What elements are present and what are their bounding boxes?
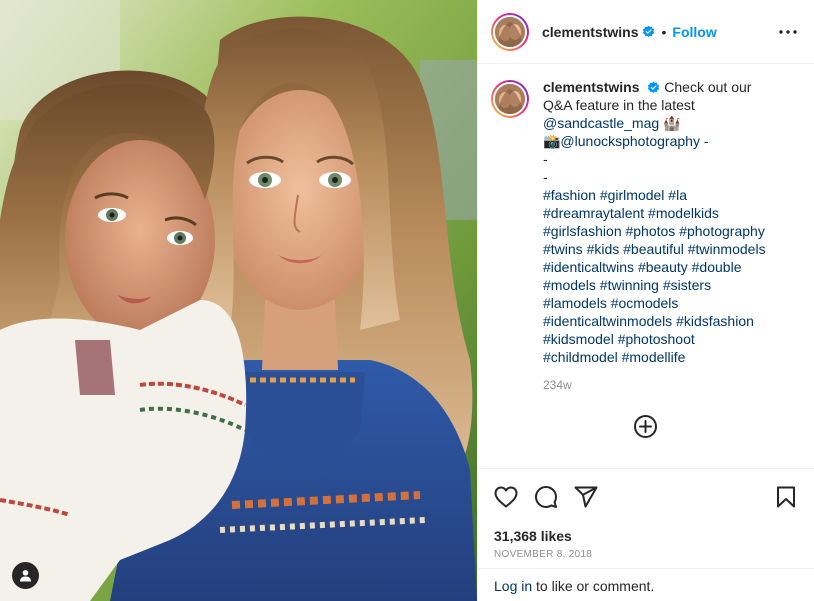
caption-avatar[interactable]: [491, 80, 529, 118]
user-tag-icon: [20, 570, 31, 582]
verified-badge-icon: [643, 25, 655, 38]
caption-line: -: [543, 151, 548, 167]
likes-count[interactable]: 31,368 likes: [478, 527, 814, 545]
comment-button[interactable]: [533, 484, 559, 510]
save-button[interactable]: [773, 484, 799, 510]
separator-dot: •: [661, 23, 667, 40]
post-actions-area: 31,368 likes NOVEMBER 8, 2018: [478, 468, 814, 560]
mention-lunocksphotography[interactable]: 📸@lunocksphotography -: [543, 132, 798, 150]
avatar-image: [495, 84, 525, 114]
hashtag-line[interactable]: #childmodel #modellife: [543, 348, 798, 366]
comment-icon: [535, 486, 557, 508]
login-link[interactable]: Log in: [494, 578, 532, 594]
post-photo[interactable]: [0, 0, 477, 601]
load-more-comments-button[interactable]: [633, 414, 658, 439]
hashtag-line[interactable]: #models #twinning #sisters: [543, 276, 798, 294]
caption-text: Check out our: [664, 79, 752, 95]
plus-circle-icon: [634, 415, 657, 438]
hashtag-line[interactable]: #lamodels #ocmodels: [543, 294, 798, 312]
login-prompt-text: to like or comment.: [532, 578, 655, 594]
user-tags-button[interactable]: [12, 562, 39, 589]
paper-plane-icon: [574, 486, 598, 508]
comments-section: clementstwins Check out our Q&A feature …: [478, 64, 814, 468]
caption-username[interactable]: clementstwins: [543, 79, 639, 95]
hashtag-line[interactable]: #fashion #girlmodel #la: [543, 186, 798, 204]
post-username[interactable]: clementstwins: [542, 24, 638, 40]
hashtag-line[interactable]: #girlsfashion #photos #photography: [543, 222, 798, 240]
action-bar: [478, 469, 814, 525]
hashtag-line[interactable]: #kidsmodel #photoshoot: [543, 330, 798, 348]
share-button[interactable]: [573, 484, 599, 510]
mention-sandcastle-mag[interactable]: @sandcastle_mag 🏰: [543, 114, 798, 132]
twins-photo-illustration: [0, 0, 477, 601]
heart-icon: [494, 486, 518, 508]
caption-line: Q&A feature in the latest: [543, 97, 695, 113]
follow-button[interactable]: Follow: [672, 24, 716, 40]
more-options-icon: [779, 29, 797, 34]
caption-time-ago[interactable]: 234w: [543, 376, 798, 394]
post-header: clementstwins • Follow: [478, 0, 814, 64]
hashtag-line[interactable]: #identicaltwins #beauty #double: [543, 258, 798, 276]
login-bar: Log in to like or comment.: [478, 568, 814, 601]
like-button[interactable]: [493, 484, 519, 510]
hashtag-line[interactable]: #identicaltwinmodels #kidsfashion: [543, 312, 798, 330]
caption-line: -: [543, 169, 548, 185]
post-side-panel: clementstwins • Follow clementstwins Che…: [477, 0, 814, 601]
avatar[interactable]: [491, 12, 529, 51]
hashtag-line[interactable]: #twins #kids #beautiful #twinmodels: [543, 240, 798, 258]
post-date: NOVEMBER 8, 2018: [494, 549, 593, 560]
avatar-image: [495, 16, 525, 47]
bookmark-icon: [777, 486, 795, 508]
more-options-button[interactable]: [776, 20, 800, 44]
verified-badge-icon: [648, 81, 660, 94]
hashtag-line[interactable]: #dreamraytalent #modelkids: [543, 204, 798, 222]
post-caption: clementstwins Check out our Q&A feature …: [543, 78, 798, 468]
